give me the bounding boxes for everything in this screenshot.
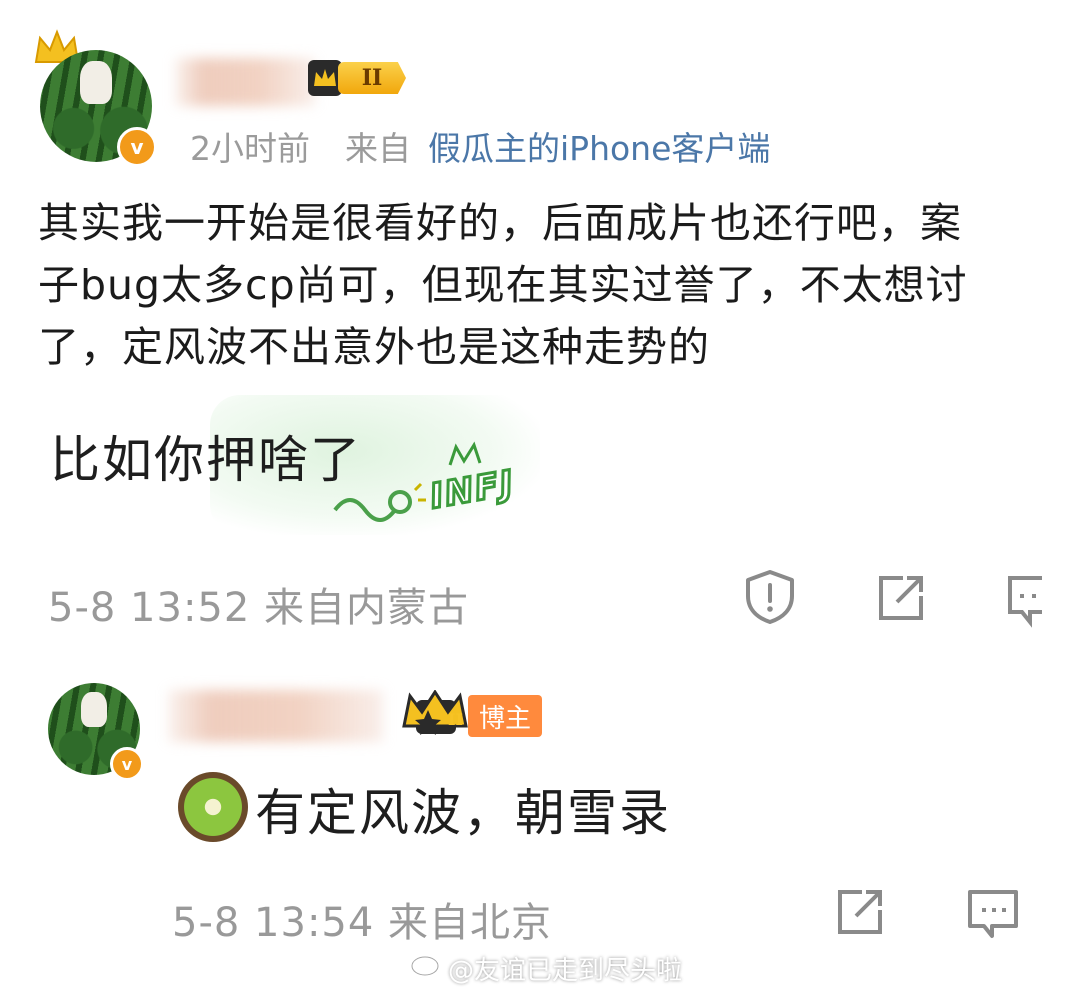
reply-crown-level: II <box>448 710 463 729</box>
sticker-doodle-icon <box>333 482 426 522</box>
author-name-blurred[interactable] <box>175 58 315 106</box>
reply-comment-icon[interactable] <box>964 886 1024 942</box>
author-crown-icon <box>308 60 342 96</box>
post-text-line: 了，定风波不出意外也是这种走势的 <box>38 323 710 371</box>
kiwi-emoji <box>178 772 248 842</box>
reply-crown-icon: II <box>400 689 470 740</box>
infj-sticker: INFJ <box>330 440 545 530</box>
sticker-label: INFJ <box>426 461 520 518</box>
post-from-label: 来自 <box>345 129 411 168</box>
verified-icon: v <box>117 127 157 167</box>
post-body: 其实我一开始是很看好的，后面成片也还行吧，案 子bug太多cp尚可，但现在其实过… <box>38 192 1048 378</box>
reply-text: 有定风波，朝雪录 <box>255 784 671 842</box>
post-client-link[interactable]: 假瓜主的iPhone客户端 <box>428 122 770 170</box>
post-header: v II 2小时前 来自 假瓜主的iPhone客户端 <box>0 0 1076 175</box>
reply-author-name-blurred[interactable] <box>168 690 383 742</box>
share-icon[interactable] <box>873 572 929 624</box>
comment-icon[interactable] <box>1006 572 1046 628</box>
watermark-text: @友谊已走到尽头啦 <box>448 956 683 986</box>
level-badge: II <box>338 62 406 94</box>
reply-share-icon[interactable] <box>832 886 888 938</box>
host-badge: 博主 <box>468 695 542 737</box>
post-text-line: 子bug太多cp尚可，但现在其实过誉了，不太想讨 <box>38 261 968 309</box>
comment-timestamp: 5-8 13:52 来自内蒙古 <box>48 585 470 631</box>
sticker-spark-icon <box>448 441 482 466</box>
reply-verified-icon: v <box>110 747 144 781</box>
reply-timestamp: 5-8 13:54 来自北京 <box>172 900 553 946</box>
comment-text: 比如你押啥了 <box>50 431 362 489</box>
post-text-line: 其实我一开始是很看好的，后面成片也还行吧，案 <box>38 199 962 247</box>
report-icon[interactable] <box>742 568 798 626</box>
weibo-logo-icon <box>410 948 446 982</box>
post-time: 2小时前 <box>190 129 310 168</box>
